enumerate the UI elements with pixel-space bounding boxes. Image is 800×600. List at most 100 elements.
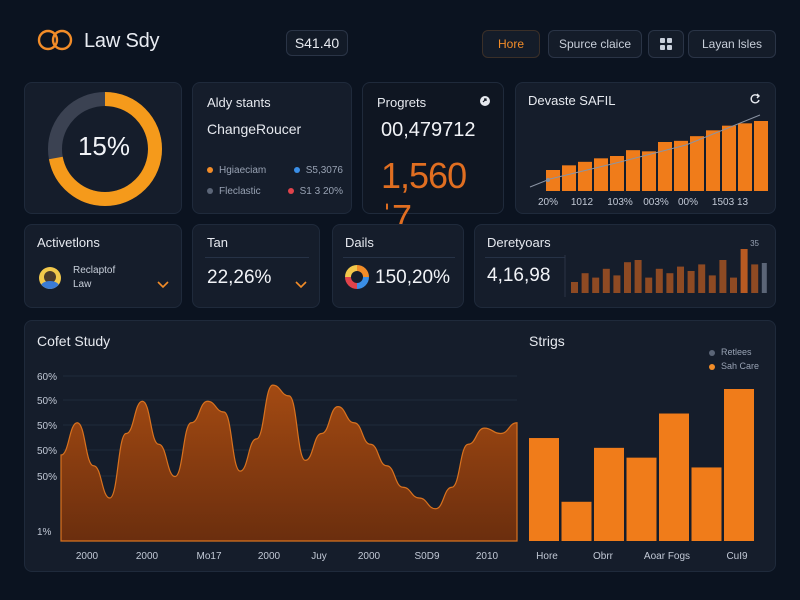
legend-value: S5,3076 — [305, 165, 343, 176]
dete-bar — [602, 268, 610, 293]
x-tick-label: 00% — [678, 197, 698, 208]
deviate-bar — [706, 130, 720, 191]
divider — [205, 257, 309, 258]
x-tick-label: 1503 13 — [712, 197, 749, 208]
study-area-and-bar-chart: 60% 50% 50% 50% 50% 1% 2000 2000 Mo17 2000 Juy 2000… — [37, 372, 754, 562]
x-tick-label: 2000 — [258, 551, 281, 562]
y-tick-label: 50% — [37, 396, 57, 407]
y-tick-label: 50% — [37, 421, 57, 432]
y-tick-label: 1% — [37, 527, 52, 538]
strigs-bar — [724, 389, 754, 541]
deviate-bar — [674, 140, 688, 191]
x-tick-label: CuI9 — [726, 551, 748, 562]
dete-bar — [687, 271, 695, 293]
logo-icon — [37, 29, 73, 51]
dete-bar — [571, 282, 578, 293]
dete-bar — [592, 277, 600, 293]
dete-bar — [666, 273, 674, 293]
x-tick-label: Aoar Fogs — [644, 551, 690, 562]
dete-bar — [634, 260, 642, 293]
progress-title: Progrets — [377, 95, 427, 110]
progress-value: 00,479712 — [381, 119, 476, 141]
x-tick-label: 2010 — [476, 551, 499, 562]
legend-dot-orange — [207, 167, 213, 174]
tan-title: Tan — [207, 235, 228, 250]
divider — [343, 257, 455, 258]
dete-bar — [751, 264, 759, 293]
donut-percent: 15% — [77, 131, 131, 161]
legend-dot-red — [287, 188, 294, 195]
dete-bar — [655, 268, 663, 293]
x-tick-label: 2000 — [358, 551, 381, 562]
strigs-bar — [529, 438, 559, 541]
deviate-bar — [578, 161, 592, 191]
x-tick-label: Juy — [311, 551, 327, 562]
x-tick-label: 003% — [643, 197, 669, 208]
deviate-bar — [738, 123, 752, 191]
x-tick-label: Hore — [536, 551, 558, 562]
y-tick-label: 50% — [37, 472, 57, 483]
dete-bar — [581, 273, 589, 293]
deviate-bar — [722, 125, 736, 191]
legend-row-1: Hgiaeciam S5,3076 — [207, 165, 343, 176]
legend-value: S1 3 20% — [299, 186, 343, 197]
y-tick-label: 60% — [37, 372, 57, 383]
dails-value: 150,20% — [375, 267, 451, 288]
strigs-bar — [561, 501, 592, 541]
home-button[interactable]: Hore — [482, 30, 540, 58]
legend-dot-gray — [207, 188, 213, 195]
avatar[interactable] — [39, 267, 61, 289]
grid-icon — [660, 38, 672, 50]
dails-title: Dails — [345, 235, 374, 250]
layout-button[interactable]: Layan lsles — [688, 30, 776, 58]
x-tick-label: 103% — [607, 197, 633, 208]
refresh-icon[interactable] — [479, 95, 491, 107]
colorful-avatar-icon — [345, 265, 369, 289]
chevron-down-icon[interactable] — [157, 281, 169, 289]
activations-card: Activetlons Reclaptof Law — [24, 224, 182, 308]
source-choice-button[interactable]: Spurce claice — [548, 30, 642, 58]
dete-bar — [645, 277, 653, 293]
x-tick-label: 2000 — [76, 551, 99, 562]
dails-card: Dails 150,20% — [332, 224, 464, 308]
deviate-bar — [754, 121, 768, 191]
activations-title: Activetlons — [37, 235, 100, 250]
deretyoars-card: Deretyoars 35 4,16,98 — [474, 224, 776, 308]
trend-point — [546, 178, 550, 182]
tan-card: Tan 22,26% — [192, 224, 320, 308]
legend-label: Hgiaeciam — [219, 165, 267, 176]
activity-card: Aldy stants ChangeRoucer Hgiaeciam S5,30… — [192, 82, 352, 214]
dete-bar — [613, 275, 621, 293]
x-tick-label: Mo17 — [196, 551, 221, 562]
dete-bar — [719, 260, 727, 293]
grid-button[interactable] — [648, 30, 684, 58]
activations-user: Reclaptof — [73, 265, 116, 276]
deviate-card: Devaste SAFIL 20% 1012 103% 003% 00% 1503 13 — [515, 82, 776, 214]
deviate-bar — [594, 158, 608, 191]
activations-sub: Law — [73, 279, 92, 290]
balance-pill[interactable]: S41.40 — [286, 30, 348, 56]
x-tick-label: S0D9 — [414, 551, 439, 562]
x-tick-label: 20% — [538, 197, 558, 208]
dete-bar — [624, 262, 631, 293]
dete-bar-gray — [761, 263, 767, 293]
strigs-bar — [659, 413, 689, 541]
activity-legend: Hgiaeciam S5,3076 Fleclastic S1 3 20% — [207, 165, 343, 197]
strigs-bar — [594, 447, 624, 541]
legend-label: Fleclastic — [219, 186, 261, 197]
area-series — [60, 384, 518, 542]
deviate-bar — [562, 165, 576, 191]
dete-bar — [677, 266, 684, 293]
chevron-down-icon[interactable] — [295, 281, 307, 289]
deviate-bar — [626, 150, 640, 191]
dete-bar — [740, 249, 748, 293]
legend-row-2: Fleclastic S1 3 20% — [207, 186, 343, 197]
progress-card: Progrets 00,479712 1,560 ˈ7 — [362, 82, 504, 238]
deviate-bar — [690, 136, 704, 191]
activity-subtitle: ChangeRoucer — [207, 121, 302, 137]
study-chart-card: Cofet Study Strigs Retlees Sah Care 60% 5… — [24, 320, 776, 572]
x-tick-label: 1012 — [571, 197, 594, 208]
deviate-bar-chart: 20% 1012 103% 003% 00% 1503 13 — [529, 114, 768, 208]
strigs-bar — [691, 467, 722, 541]
activity-title: Aldy stants — [207, 95, 271, 110]
